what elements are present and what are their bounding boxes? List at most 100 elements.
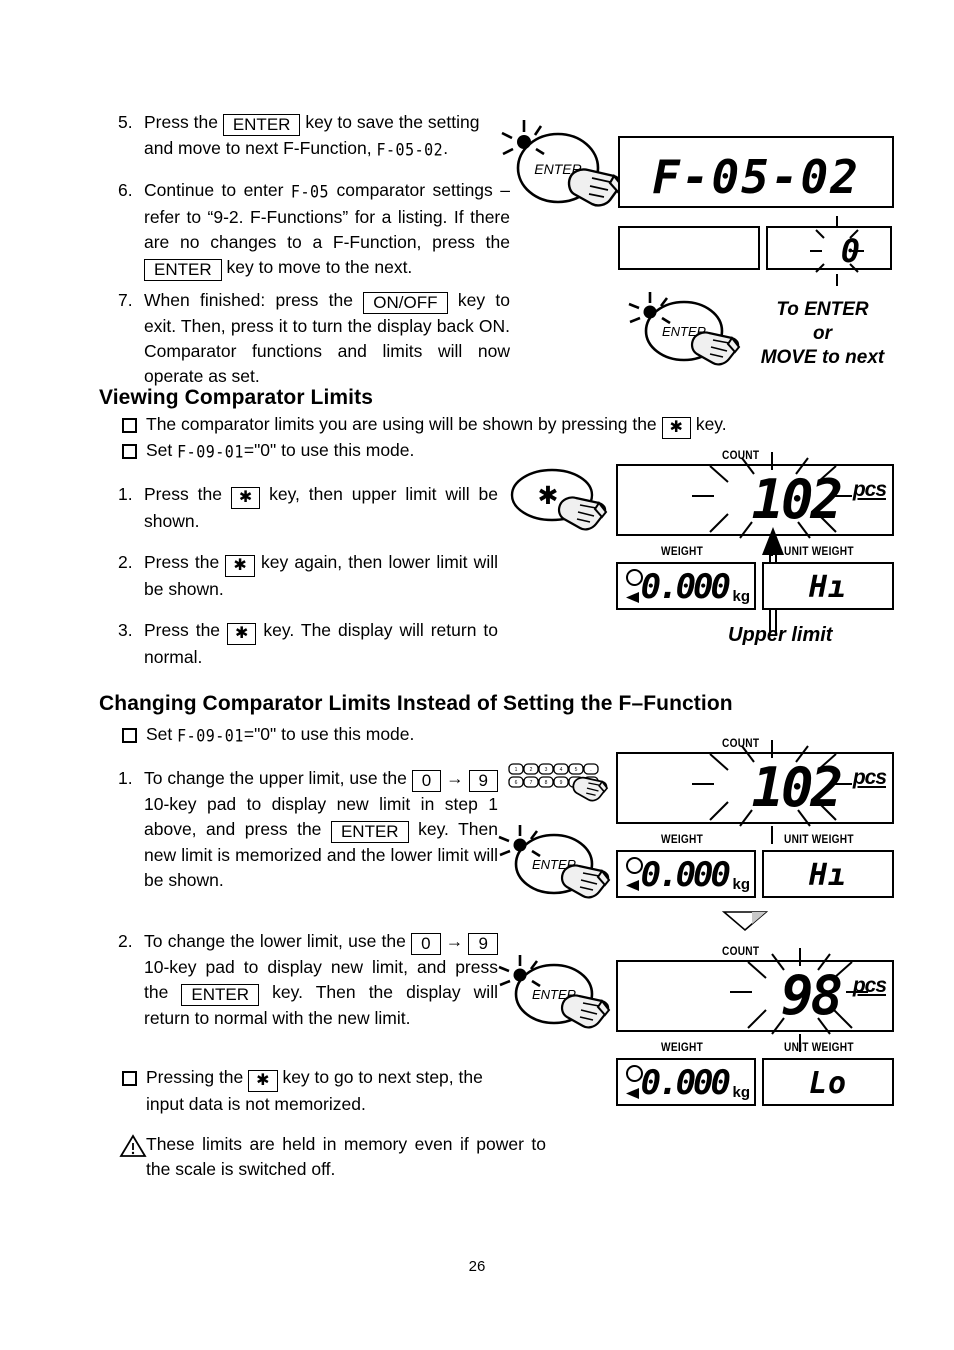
enter-key-box[interactable]: ENTER <box>181 984 260 1006</box>
step-6-text-c: key to move to the next. <box>226 257 413 277</box>
document-page: 5. Press the ENTER key to save the setti… <box>0 0 954 1350</box>
viewing-bullet-2-a: Set <box>146 440 173 460</box>
changing-step-1-text: To change the upper limit, use the 0 → 9… <box>144 766 498 893</box>
lcd-count-value-viewing: 102 <box>751 468 843 531</box>
lcd-limit-label-lower: Lo <box>808 1066 848 1101</box>
lcd-panel-count-lower: 98 pcs <box>616 948 894 1052</box>
changing-step-1: 1. To change the upper limit, use the 0 … <box>118 766 498 893</box>
viewing-step-2: 2. Press the ✱ key again, then lower lim… <box>118 550 498 602</box>
lcd-limit-label-viewing: Hı <box>808 570 848 605</box>
step-5: 5. Press the ENTER key to save the setti… <box>118 110 510 163</box>
viewing-bullet-1: The comparator limits you are using will… <box>122 412 822 439</box>
star-key-box[interactable]: ✱ <box>227 623 257 645</box>
key-0-box[interactable]: 0 <box>411 770 442 792</box>
stable-indicator-icon <box>625 591 641 604</box>
arrow-right-icon: → <box>445 931 464 951</box>
flash-marks-zero <box>802 216 872 286</box>
lcd-count-value-upper: 102 <box>751 756 843 819</box>
star-key-box[interactable]: ✱ <box>225 555 255 577</box>
step-6-text: Continue to enter F-05 comparator settin… <box>144 178 510 281</box>
down-arrow-icon <box>721 910 769 932</box>
step-7-text: When finished: press the ON/OFF key to e… <box>144 288 510 389</box>
changing-step-2: 2. To change the lower limit, use the 0 … <box>118 929 498 1031</box>
step-7-number: 7. <box>118 290 133 310</box>
step-6-number: 6. <box>118 180 133 200</box>
bullet-square-icon <box>122 1071 137 1086</box>
viewing-step-1: 1. Press the ✱ key, then upper limit wil… <box>118 482 498 534</box>
lcd-panel-weight-lower: 0.000 kg <box>616 1058 756 1106</box>
lcd-count-value-lower: 98 <box>780 964 843 1027</box>
svg-text:6: 6 <box>515 780 518 786</box>
changing-step-2-a: To change the lower limit, use the <box>144 931 406 951</box>
ten-key-pad-icon: 123 45. 678 90C <box>508 762 618 814</box>
warning-note-text: These limits are held in memory even if … <box>146 1134 546 1179</box>
bullet-square-icon <box>122 728 137 743</box>
step-7-text-a: When finished: press the <box>144 290 353 310</box>
key-9-box[interactable]: 9 <box>468 933 498 955</box>
lcd-pcs-unit: pcs <box>852 766 887 789</box>
svg-text:1: 1 <box>515 767 518 773</box>
svg-text:2: 2 <box>530 767 533 773</box>
lcd-limit-label-upper: Hı <box>808 858 848 893</box>
changing-step-1-number: 1. <box>118 768 133 788</box>
lcd-pcs-unit: pcs <box>852 974 887 997</box>
onoff-key-box[interactable]: ON/OFF <box>363 292 448 314</box>
lcd-panel-weight-viewing: 0.000 kg <box>616 562 756 610</box>
changing-bullet-1: Set F-09-01="0" to use this mode. <box>122 722 622 749</box>
stable-indicator-icon <box>625 879 641 892</box>
warning-triangle-icon <box>119 1134 147 1182</box>
changing-step-1-a: To change the upper limit, use the <box>144 768 407 788</box>
step-5-text: Press the ENTER key to save the setting … <box>144 110 510 163</box>
lcd-panel-left-blank <box>618 226 760 270</box>
step-6-text-a: Continue to enter <box>144 180 284 200</box>
lcd-ffunction-value: F-05-02 <box>652 150 860 204</box>
heading-changing-comparator-limits: Changing Comparator Limits Instead of Se… <box>99 692 733 715</box>
lcd-panel-count-viewing: 102 pcs <box>616 452 894 556</box>
star-key-box[interactable]: ✱ <box>248 1070 278 1092</box>
bullet-square-icon <box>122 418 137 433</box>
ffunction-code-f09: F-09-01 <box>177 725 244 747</box>
viewing-step-3-a: Press the <box>144 620 221 640</box>
svg-text:7: 7 <box>530 780 533 786</box>
key-9-box[interactable]: 9 <box>468 770 498 792</box>
enter-key-box[interactable]: ENTER <box>222 114 301 136</box>
to-enter-line-1: To ENTER <box>776 299 869 320</box>
viewing-step-1-text: Press the ✱ key, then upper limit will b… <box>144 482 498 534</box>
lcd-kg-unit: kg <box>732 1084 750 1101</box>
lcd-panel-unit-weight-upper: Hı <box>762 850 894 898</box>
star-key-box[interactable]: ✱ <box>230 487 261 509</box>
ffunction-code-f09: F-09-01 <box>177 441 244 463</box>
key-0-box[interactable]: 0 <box>411 933 441 955</box>
lcd-kg-unit: kg <box>732 876 750 893</box>
changing-bullet-2-a: Pressing the <box>146 1067 244 1087</box>
lcd-kg-unit: kg <box>732 588 750 605</box>
enter-key-box[interactable]: ENTER <box>330 821 409 843</box>
changing-step-2-text: To change the lower limit, use the 0 → 9… <box>144 929 498 1031</box>
changing-bullet-1-text: Set F-09-01="0" to use this mode. <box>146 722 414 749</box>
stable-indicator-icon <box>625 1087 641 1100</box>
changing-step-2-number: 2. <box>118 931 133 951</box>
svg-text:9: 9 <box>560 780 563 786</box>
viewing-bullet-2: Set F-09-01="0" to use this mode. <box>122 438 622 465</box>
lcd-panel-unit-weight-lower: Lo <box>762 1058 894 1106</box>
step-5-text-a: Press the <box>144 112 218 132</box>
viewing-step-2-number: 2. <box>118 552 133 572</box>
svg-text:5: 5 <box>575 767 578 773</box>
label-unit-weight: UNIT WEIGHT <box>784 1042 854 1054</box>
warning-note: These limits are held in memory even if … <box>119 1132 550 1182</box>
star-key-box[interactable]: ✱ <box>661 417 691 439</box>
viewing-bullet-1-a: The comparator limits you are using will… <box>146 414 657 434</box>
to-enter-line-2: or <box>813 323 832 344</box>
enter-press-icon-3: ENTER <box>498 825 618 908</box>
viewing-step-3-text: Press the ✱ key. The display will return… <box>144 618 498 670</box>
enter-key-box[interactable]: ENTER <box>144 259 222 281</box>
enter-press-icon-2: ENTER <box>628 292 748 373</box>
lcd-panel-count-upper: 102 pcs <box>616 740 894 844</box>
changing-bullet-1-b: ="0" to use this mode. <box>243 724 415 744</box>
svg-text:8: 8 <box>545 780 548 786</box>
viewing-step-2-text: Press the ✱ key again, then lower limit … <box>144 550 498 602</box>
label-weight: WEIGHT <box>661 1042 704 1054</box>
step-5-number: 5. <box>118 112 133 132</box>
to-enter-block: To ENTER or MOVE to next <box>740 298 905 370</box>
lcd-setting-value: 0 <box>840 232 860 270</box>
